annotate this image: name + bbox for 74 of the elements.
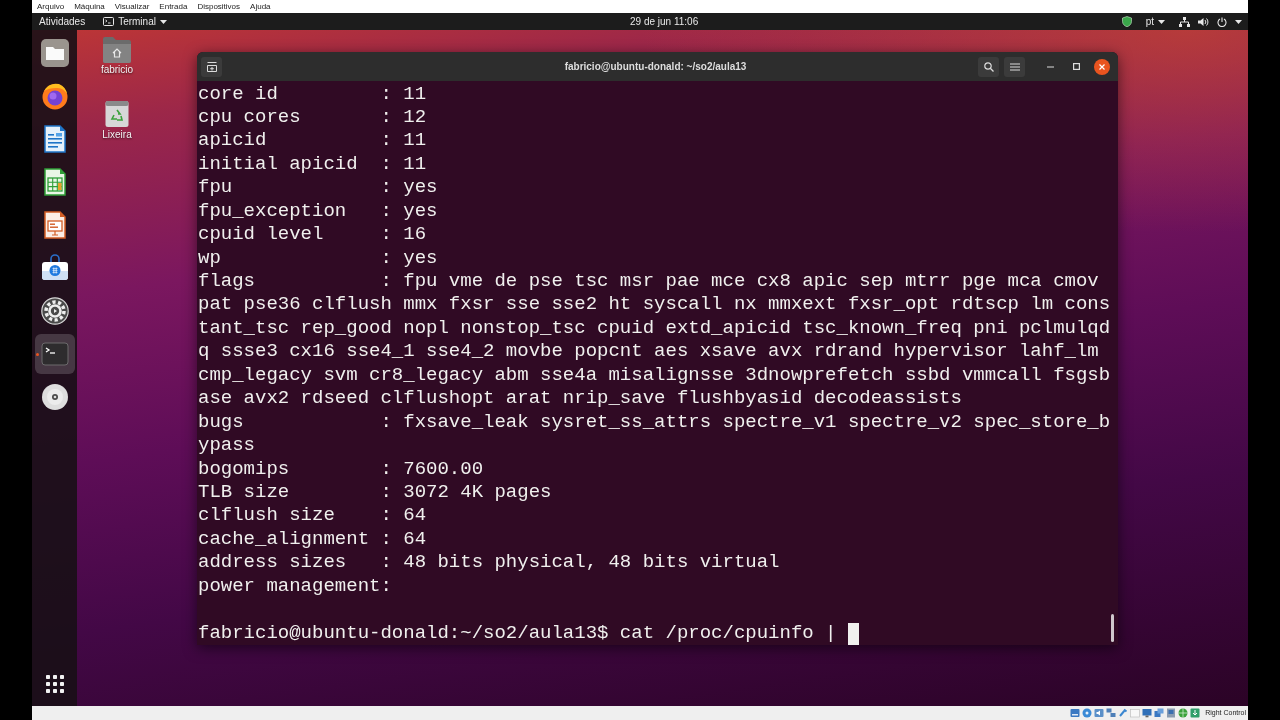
menu-item[interactable]: Entrada <box>159 1 188 12</box>
terminal-line: ase avx2 rdseed clflushopt arat nrip_save flushbyasid decodeassists <box>198 387 963 411</box>
terminal-line: clflush size : 64 <box>198 504 428 528</box>
terminal-line: ypass <box>198 434 256 458</box>
minimize-icon <box>1046 65 1054 68</box>
activities-button[interactable]: Atividades <box>39 14 86 29</box>
terminal-line: flags : fpu vme de pse tsc msr pae mce cx8 apic sep mtrr pge mca cmov <box>198 270 1100 294</box>
caret-icon <box>159 19 167 24</box>
new-tab-icon <box>206 61 217 72</box>
scrollbar-thumb[interactable] <box>1111 614 1114 642</box>
terminal-line: apicid : 11 <box>198 129 428 153</box>
terminal-line: fpu_exception : yes <box>198 199 439 224</box>
menu-item[interactable]: Visualizar <box>114 1 150 12</box>
close-button[interactable] <box>1094 58 1110 75</box>
terminal-line: cpuid level : 16 <box>198 223 428 247</box>
new-tab-button[interactable] <box>201 56 222 77</box>
terminal-icon <box>103 17 115 26</box>
menu-icon <box>1009 62 1020 71</box>
terminal-line: bugs : fxsave_leak sysret_ss_attrs spectre_v1 spectre_v2 spec_store_b <box>198 410 1112 435</box>
folder-icon <box>40 39 69 67</box>
command-prompt[interactable]: fabricio@ubuntu-donald:~/so2/aula13$ cat /proc/cpuinfo | <box>198 621 848 645</box>
disc-icon[interactable] <box>1082 708 1093 718</box>
recording-icon[interactable] <box>1166 708 1177 718</box>
network-icon[interactable] <box>1106 708 1117 718</box>
trash-icon <box>105 100 129 128</box>
flame-globe-icon <box>40 82 69 110</box>
menu-item[interactable]: Máquina <box>74 1 105 12</box>
menu-item[interactable]: Ajuda <box>250 1 271 12</box>
terminal-line: fpu : yes <box>198 176 439 200</box>
speaker-icon[interactable] <box>1094 708 1105 718</box>
caret-icon <box>1158 19 1165 24</box>
terminal-line: tant_tsc rep_good nopl nonstop_tsc cpuid extd_apicid tsc_known_freq pni pclmulqd <box>198 316 1112 341</box>
terminal-line: cache_alignment : 64 <box>198 527 428 552</box>
app-grid-icon <box>45 675 64 693</box>
globe-icon[interactable] <box>1178 708 1189 718</box>
terminal-line: q ssse3 cx16 sse4_1 sse4_2 movbe popcnt aes xsave avx rdrand hypervisor lahf_lm <box>198 340 1100 364</box>
maximize-icon <box>1072 63 1080 70</box>
search-button[interactable] <box>978 56 999 77</box>
menu-item[interactable]: Dispositivos <box>197 1 241 12</box>
close-icon <box>1099 63 1105 70</box>
shield-icon[interactable] <box>1121 16 1132 27</box>
menu-item[interactable]: Arquivo <box>37 1 65 12</box>
network-icon <box>1179 16 1190 27</box>
system-menu-button[interactable] <box>1179 16 1242 27</box>
shopping-bag-icon <box>40 254 69 282</box>
terminal-line: TLB size : 3072 4K pages <box>198 480 553 505</box>
keyboard-layout-button[interactable]: pt <box>1145 14 1165 29</box>
caret-icon <box>1235 19 1242 24</box>
terminal-icon <box>40 340 69 368</box>
disc-icon <box>40 383 69 411</box>
window-title: fabricio@ubuntu-donald: ~/so2/aula13 <box>564 61 747 72</box>
desktop-icon-label[interactable]: Lixeira <box>102 129 132 141</box>
terminal-line: initial apicid : 11 <box>198 152 428 177</box>
desktop-icon-label[interactable]: fabricio <box>100 64 134 76</box>
terminal-line: cmp_legacy svm cr8_legacy abm sse4a misalignsse 3dnowprefetch ssbd vmmcall fsgsb <box>198 363 1112 388</box>
app-menu-button[interactable]: Terminal <box>103 14 167 29</box>
arrow-icon[interactable] <box>1190 708 1201 718</box>
terminal-line: bogomips : 7600.00 <box>198 457 485 481</box>
terminal-line: core id : 11 <box>198 82 428 106</box>
monitor-icon[interactable] <box>1142 708 1153 718</box>
power-icon <box>1217 16 1227 27</box>
terminal-line: address sizes : 48 bits physical, 48 bits virtual <box>198 551 781 575</box>
windows-icon[interactable] <box>1154 708 1165 718</box>
terminal-line: power management: <box>198 574 393 599</box>
terminal-line: cpu cores : 12 <box>198 105 428 130</box>
usb-icon[interactable] <box>1118 708 1129 718</box>
menu-button[interactable] <box>1004 56 1025 77</box>
volume-icon <box>1198 16 1209 27</box>
terminal-line: wp : yes <box>198 246 439 270</box>
search-icon <box>983 61 994 72</box>
home-folder-icon <box>102 36 132 63</box>
clock[interactable]: 29 de jun 11:06 <box>630 14 699 29</box>
terminal-line: pat pse36 clflush mmx fxsr sse sse2 ht syscall nx mmxext fxsr_opt rdtscp lm cons <box>198 293 1112 317</box>
gear-icon <box>40 297 69 325</box>
